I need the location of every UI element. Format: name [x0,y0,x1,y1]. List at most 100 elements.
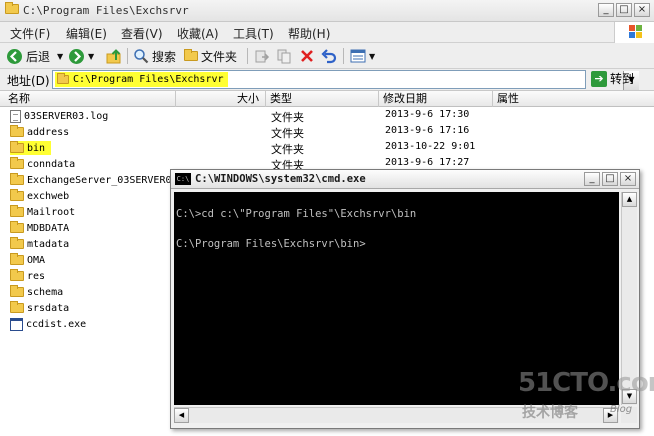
copy-to-icon [277,49,291,64]
cmd-close-button[interactable]: × [620,172,636,186]
explorer-title-bar[interactable]: C:\Program Files\Exchsrvr _ □ × [0,0,654,22]
exe-icon [10,317,23,331]
up-folder-button[interactable] [106,46,123,66]
back-button[interactable]: 后退 ▼ [6,46,63,66]
go-button[interactable]: ➔ 转到 [591,70,634,87]
file-list-item[interactable]: address 文件夹 2013-9-6 17:16 [0,124,654,140]
column-modified[interactable]: 修改日期 [379,91,493,107]
cmd-line: C:\>cd c:\"Program Files"\Exchsrvr\bin [176,208,417,220]
address-input[interactable]: C:\Program Files\Exchsrvr ▼ [52,70,639,90]
go-arrow-icon: ➔ [591,70,607,87]
file-name-cell[interactable]: address [10,125,69,139]
folder-icon [10,221,24,233]
toolbar: 后退 ▼ ▼ 搜索 文件夹 ▼ [0,43,654,69]
cmd-title: C:\WINDOWS\system32\cmd.exe [195,173,366,185]
file-name-cell[interactable]: srsdata [10,301,69,315]
address-bar: 地址(D) C:\Program Files\Exchsrvr ▼ ➔ 转到 [0,69,654,91]
file-list-item[interactable]: bin 文件夹 2013-10-22 9:01 [0,140,654,156]
chevron-down-icon[interactable]: ▼ [88,52,94,61]
folder-icon [10,141,24,153]
delete-x-icon [301,50,313,62]
cmd-prompt: C:\Program Files\Exchsrvr\bin> [176,238,366,250]
move-to-icon [255,50,270,63]
file-name: conndata [27,158,76,170]
file-name: bin [27,142,46,154]
folder-icon [10,157,24,169]
chevron-down-icon[interactable]: ▼ [57,52,63,61]
up-folder-icon [106,48,121,63]
cmd-maximize-button[interactable]: □ [602,172,618,186]
close-button[interactable]: × [634,3,650,17]
scroll-up-icon[interactable]: ▲ [622,192,637,207]
watermark-logo-text: 51CTO.com [518,368,654,398]
folders-button[interactable]: 文件夹 [184,46,237,66]
search-button[interactable]: 搜索 [133,46,176,66]
file-list-item[interactable]: 03SERVER03.log 文件夹 2013-9-6 17:30 [0,108,654,124]
file-name-cell[interactable]: MDBDATA [10,221,69,235]
file-name-cell[interactable]: res [10,269,45,283]
file-name-cell[interactable]: schema [10,285,63,299]
menu-help[interactable]: 帮助(H) [288,25,330,42]
move-to-button[interactable] [254,46,270,66]
watermark: 51CTO.com 技术博客 Blog [518,368,654,430]
views-button[interactable]: ▼ [350,46,375,66]
search-icon [134,49,149,64]
column-attributes[interactable]: 属性 [493,91,654,107]
file-name-cell[interactable]: conndata [10,157,75,171]
file-name: mtadata [27,238,70,250]
file-name-cell[interactable]: 03SERVER03.log [10,109,108,123]
file-name-cell[interactable]: Mailroot [10,205,75,219]
file-name-cell[interactable]: exchweb [10,189,69,203]
file-name: OMA [27,254,46,266]
folder-icon [5,2,19,17]
menu-view[interactable]: 查看(V) [121,25,163,42]
file-name-cell[interactable]: ccdist.exe [10,317,86,331]
column-name[interactable]: 名称 [0,91,176,107]
file-name: srsdata [27,302,70,314]
file-type: 文件夹 [271,143,304,156]
folders-label: 文件夹 [201,49,238,64]
window-title: C:\Program Files\Exchsrvr [23,4,189,17]
back-label: 后退 [26,49,51,64]
file-name-cell[interactable]: ExchangeServer_03SERVER03 [10,173,178,187]
folder-icon [57,73,69,89]
file-name: ExchangeServer_03SERVER03 [27,174,178,186]
file-name-cell[interactable]: bin [10,141,52,155]
menu-tools[interactable]: 工具(T) [233,25,274,42]
column-type[interactable]: 类型 [266,91,379,107]
minimize-button[interactable]: _ [598,3,614,17]
file-name: exchweb [27,190,70,202]
go-label: 转到 [610,72,635,86]
delete-button[interactable] [299,46,315,66]
cmd-window-controls: _ □ × [584,172,636,186]
cmd-title-bar[interactable]: C:\ C:\WINDOWS\system32\cmd.exe _ □ × [171,170,639,189]
window-controls: _ □ × [598,3,650,17]
maximize-button[interactable]: □ [616,3,632,17]
folder-icon [10,253,24,265]
column-size[interactable]: 大小 [176,91,266,107]
forward-button[interactable]: ▼ [68,46,94,66]
toolbar-separator [343,48,344,64]
menu-bar: 文件(F) 编辑(E) 查看(V) 收藏(A) 工具(T) 帮助(H) [0,22,654,43]
menu-edit[interactable]: 编辑(E) [66,25,107,42]
copy-to-button[interactable] [276,46,292,66]
file-name-cell[interactable]: mtadata [10,237,69,251]
file-name: MDBDATA [27,222,70,234]
address-value-highlighted[interactable]: C:\Program Files\Exchsrvr [55,72,228,87]
menu-favorites[interactable]: 收藏(A) [177,25,219,42]
file-date: 2013-9-6 17:30 [385,109,470,120]
scroll-left-icon[interactable]: ◀ [174,408,189,423]
folders-icon [184,49,198,61]
cmd-minimize-button[interactable]: _ [584,172,600,186]
file-name-cell[interactable]: OMA [10,253,45,267]
file-date: 2013-10-22 9:01 [385,141,476,152]
menu-file[interactable]: 文件(F) [10,25,50,42]
folder-icon [10,269,24,281]
undo-button[interactable] [321,46,337,66]
watermark-subtitle: 技术博客 [522,405,578,421]
chevron-down-icon[interactable]: ▼ [369,52,375,61]
file-type: 文件夹 [271,111,304,124]
folder-icon [10,125,24,137]
back-arrow-icon [7,48,22,64]
column-header: 名称 大小 类型 修改日期 属性 [0,91,654,107]
